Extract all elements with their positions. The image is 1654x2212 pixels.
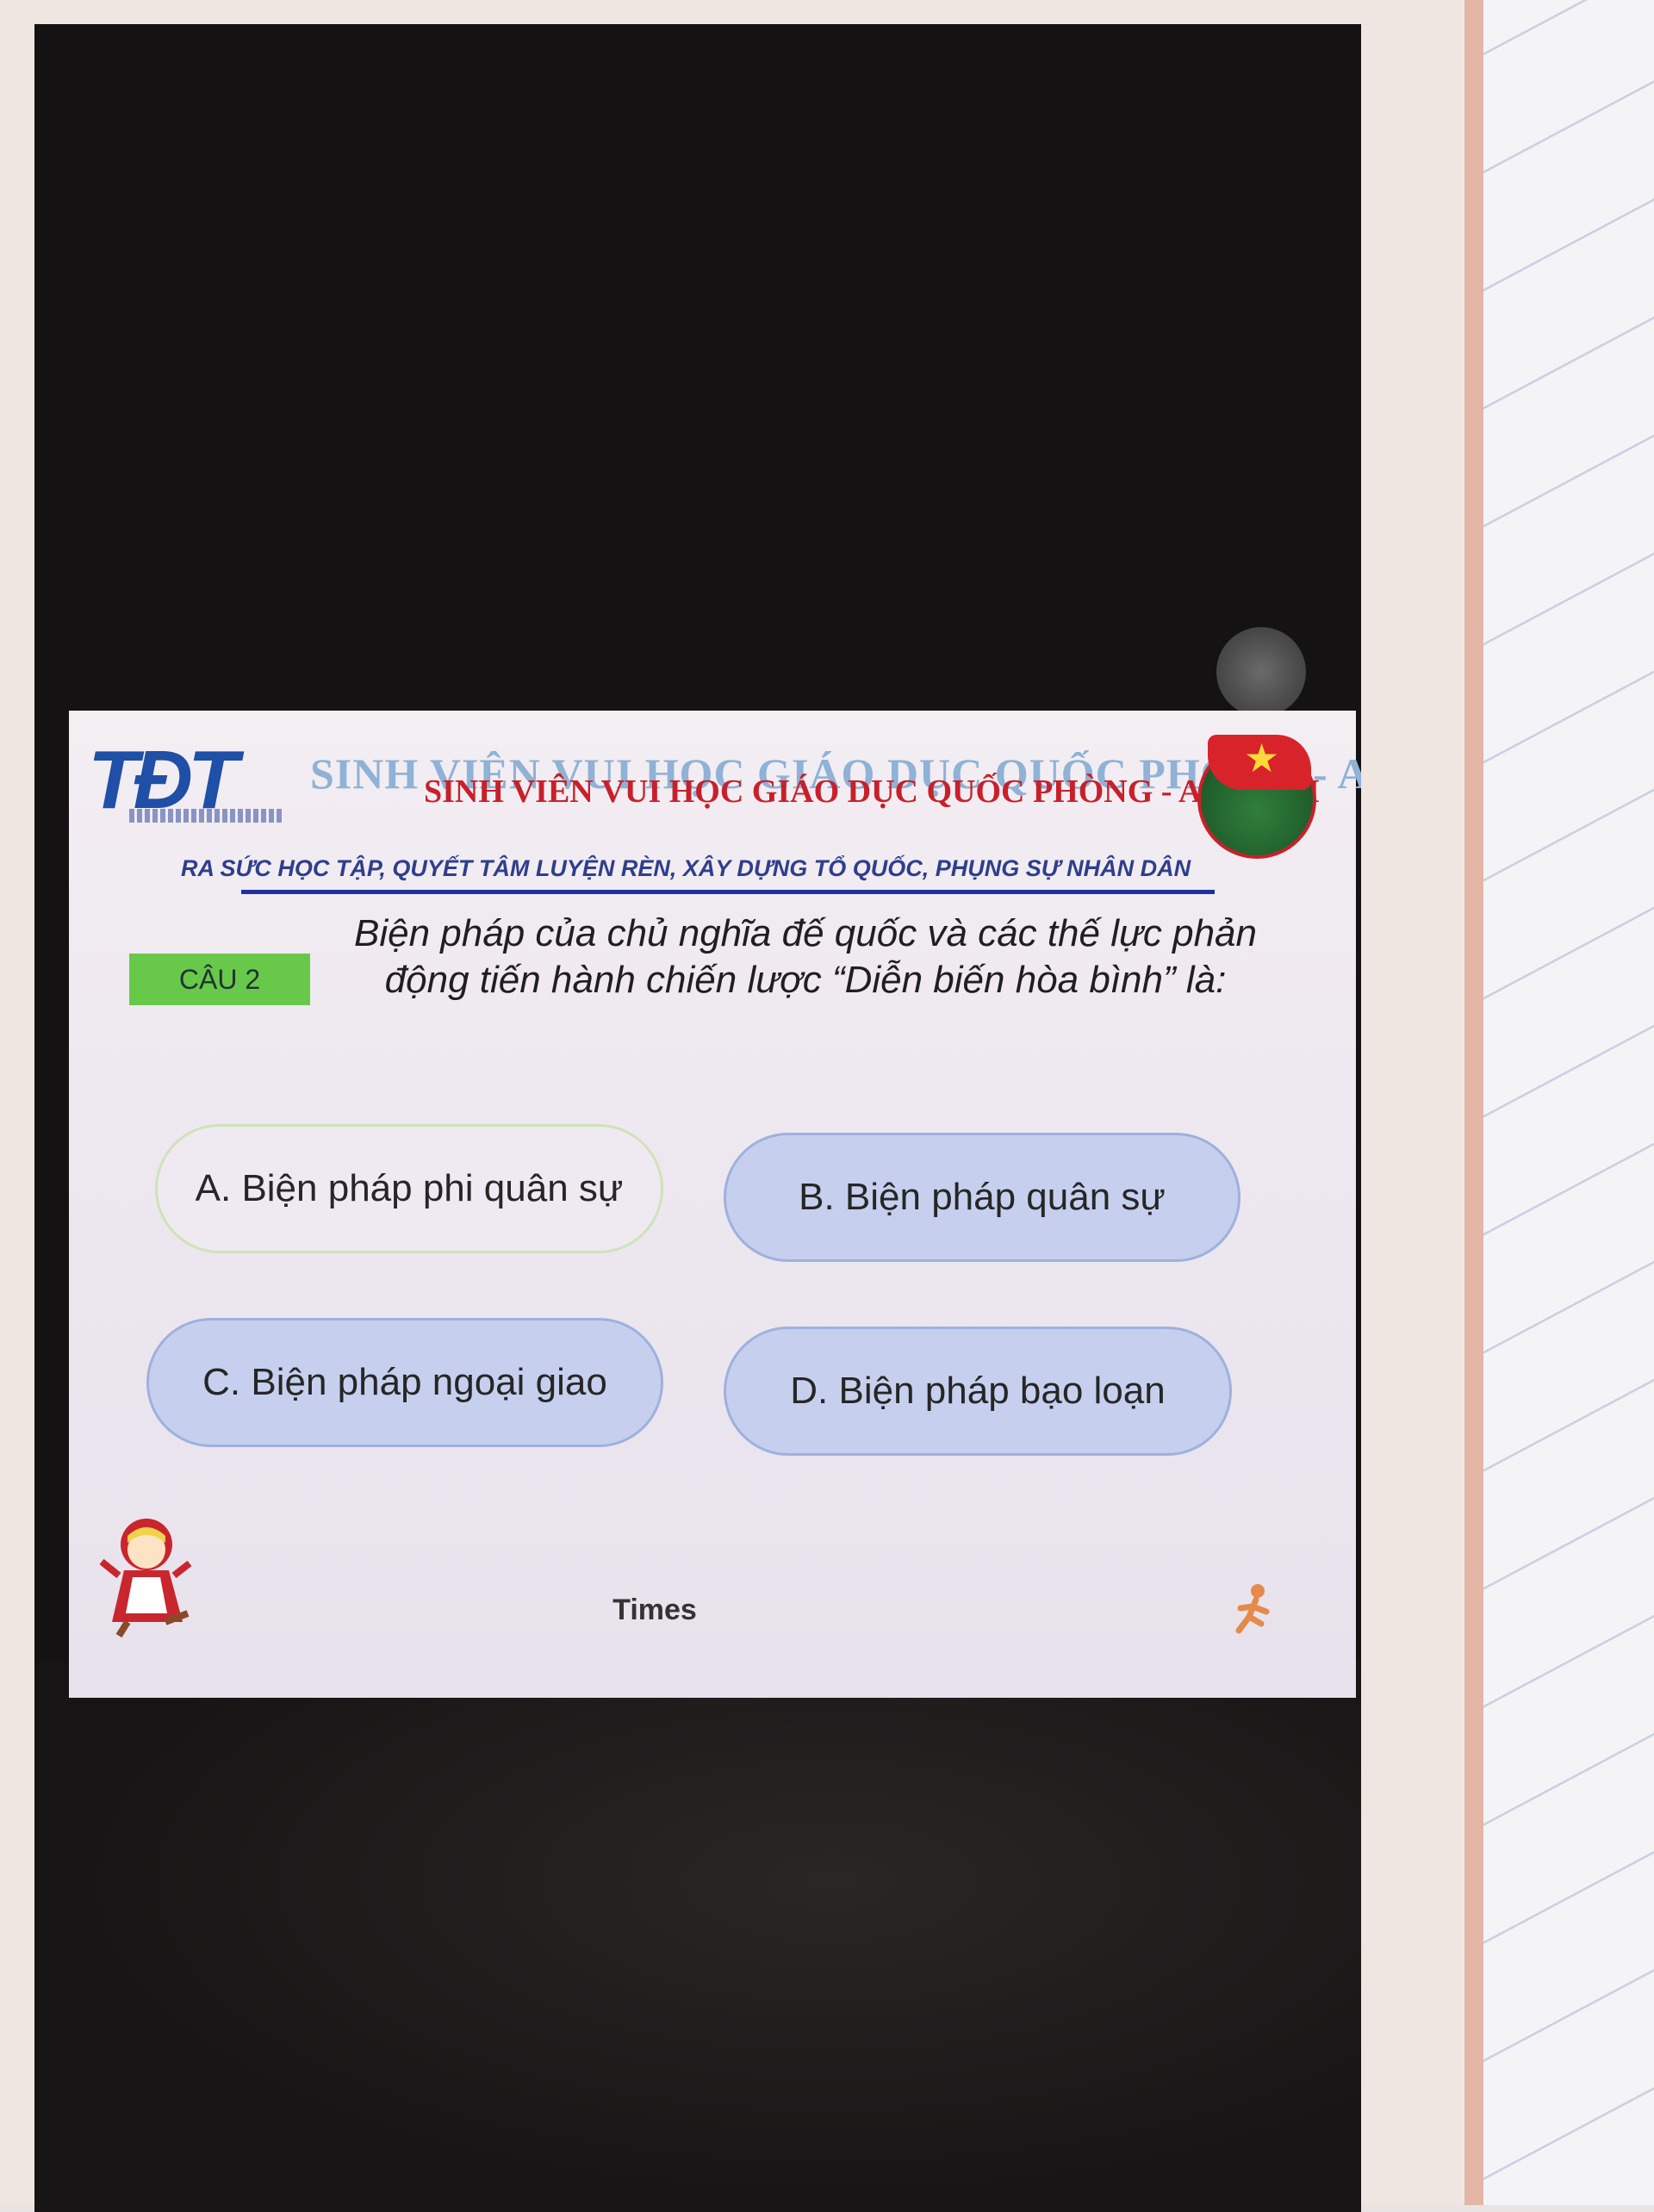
university-logo: TĐT xyxy=(88,733,295,828)
youth-union-emblem-icon: ★ xyxy=(1197,735,1316,859)
phone-frame: TĐT SINH VIÊN VUI HỌC GIÁO DỤC QUỐC PHÒN… xyxy=(0,0,1483,2212)
answer-a-button[interactable]: A. Biện pháp phi quân sự xyxy=(155,1124,663,1253)
assistive-touch-icon[interactable] xyxy=(1216,627,1306,717)
motto-underline xyxy=(241,890,1215,894)
motto-text: RA SỨC HỌC TẬP, QUYẾT TÂM LUYỆN RÈN, XÂY… xyxy=(181,855,1191,881)
quiz-slide: TĐT SINH VIÊN VUI HỌC GIÁO DỤC QUỐC PHÒN… xyxy=(69,711,1361,1698)
banner-title: SINH VIÊN VUI HỌC GIÁO DỤC QUỐC PHÒNG - … xyxy=(424,774,1320,810)
screen-dark-area xyxy=(34,1661,1361,2212)
logo-subtitle-lines xyxy=(129,809,284,823)
timer-label: Times xyxy=(612,1594,697,1626)
answer-d-button[interactable]: D. Biện pháp bạo loạn xyxy=(724,1327,1232,1456)
question-number-badge: CÂU 2 xyxy=(129,954,310,1005)
answer-b-button[interactable]: B. Biện pháp quân sự xyxy=(724,1133,1240,1262)
question-text: Biện pháp của chủ nghĩa đế quốc và các t… xyxy=(354,912,1257,1001)
star-icon: ★ xyxy=(1244,736,1280,780)
mascot-girl-icon xyxy=(99,1519,192,1638)
answer-c-button[interactable]: C. Biện pháp ngoại giao xyxy=(146,1318,663,1447)
phone-screen: TĐT SINH VIÊN VUI HỌC GIÁO DỤC QUỐC PHÒN… xyxy=(34,24,1361,2212)
running-figure-icon xyxy=(1235,1584,1270,1634)
